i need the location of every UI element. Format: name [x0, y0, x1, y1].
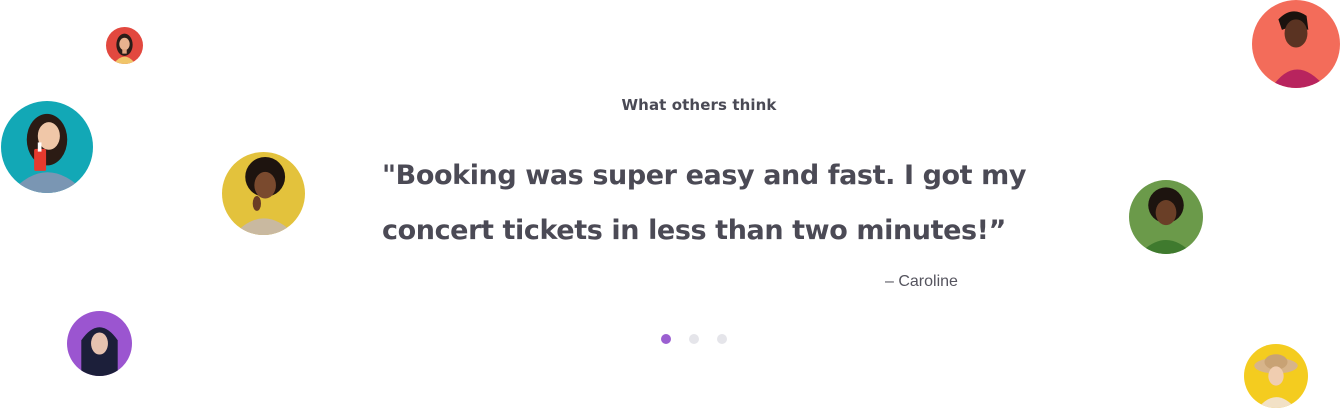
- avatar-red-small: [106, 27, 143, 64]
- carousel-pagination: [661, 334, 727, 344]
- person-avatar-icon: [1252, 0, 1340, 88]
- testimonial-quote: "Booking was super easy and fast. I got …: [382, 160, 1027, 246]
- testimonial-author: – Caroline: [885, 273, 958, 290]
- person-avatar-icon: [1244, 344, 1308, 408]
- avatar-teal: [1, 101, 93, 193]
- person-avatar-icon: [106, 27, 143, 64]
- avatar-yellow-left: [222, 152, 305, 235]
- person-avatar-icon: [1129, 180, 1203, 254]
- person-avatar-icon: [67, 311, 132, 376]
- testimonials-section: What others think "Booking was super eas…: [0, 0, 1340, 409]
- person-avatar-icon: [1, 101, 93, 193]
- carousel-dot-2[interactable]: [689, 334, 699, 344]
- eyebrow-label: What others think: [621, 96, 777, 114]
- carousel-dot-1[interactable]: [661, 334, 671, 344]
- avatar-yellow-right: [1244, 344, 1308, 408]
- section-eyebrow: What others think: [0, 96, 1340, 114]
- avatar-coral: [1252, 0, 1340, 88]
- person-avatar-icon: [222, 152, 305, 235]
- carousel-dot-3[interactable]: [717, 334, 727, 344]
- avatar-purple: [67, 311, 132, 376]
- avatar-green: [1129, 180, 1203, 254]
